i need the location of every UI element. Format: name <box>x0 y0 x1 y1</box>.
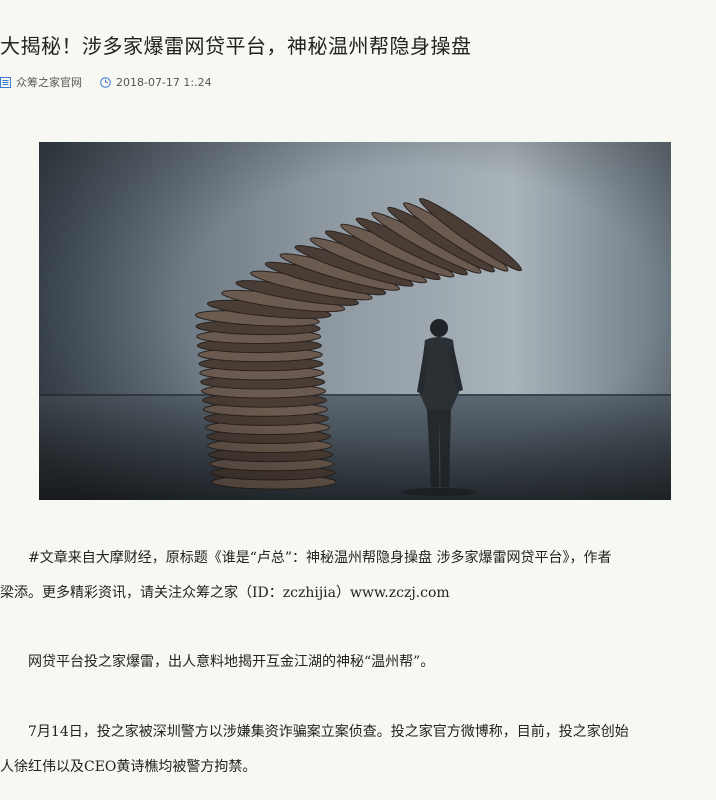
clock-icon <box>100 76 111 88</box>
paragraph-line: #文章来自大摩财经，原标题《谁是“卢总”：神秘温州帮隐身操盘 涉多家爆雷网贷平台… <box>0 550 612 566</box>
article-hero-image <box>39 142 671 500</box>
paragraph-event: 7月14日，投之家被深圳警方以涉嫌集资诈骗案立案侦查。投之家官方微博称，目前，投… <box>0 715 716 785</box>
article-meta: 众筹之家官网 2018-07-17 1:.24 <box>0 74 212 90</box>
paragraph-line: 人徐红伟以及CEO黄诗樵均被警方拘禁。 <box>0 759 257 775</box>
document-icon <box>0 76 11 88</box>
paragraph-line: 梁添。更多精彩资讯，请关注众筹之家（ID：zczhijia）www.zczj.c… <box>0 585 450 601</box>
article-page: 大揭秘！涉多家爆雷网贷平台，神秘温州帮隐身操盘 众筹之家官网 2018-07-1… <box>0 0 716 800</box>
paragraph-source-note: #文章来自大摩财经，原标题《谁是“卢总”：神秘温州帮隐身操盘 涉多家爆雷网贷平台… <box>0 541 716 611</box>
paragraph-line: 网贷平台投之家爆雷，出人意料地揭开互金江湖的神秘“温州帮”。 <box>0 654 435 670</box>
paragraph-line: 7月14日，投之家被深圳警方以涉嫌集资诈骗案立案侦查。投之家官方微博称，目前，投… <box>0 724 629 740</box>
article-title: 大揭秘！涉多家爆雷网贷平台，神秘温州帮隐身操盘 <box>0 34 472 58</box>
article-date: 2018-07-17 1:.24 <box>116 75 212 89</box>
paragraph-intro: 网贷平台投之家爆雷，出人意料地揭开互金江湖的神秘“温州帮”。 <box>0 645 716 680</box>
article-source[interactable]: 众筹之家官网 <box>16 74 82 90</box>
